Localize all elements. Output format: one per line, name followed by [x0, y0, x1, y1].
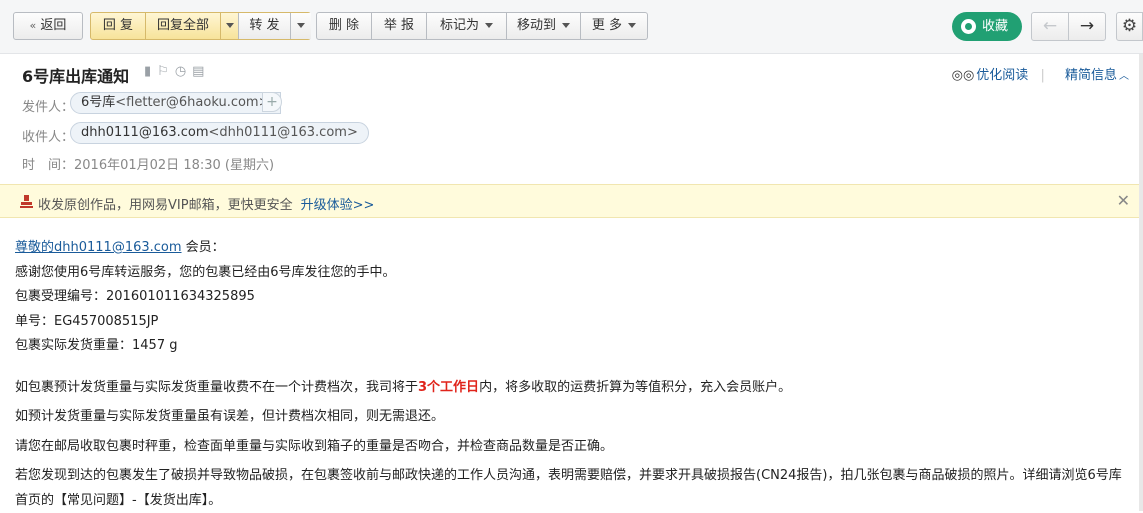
body-paragraph: 如包裹预计发货重量与实际发货重量收费不在一个计费档次，我司将于3个工作日内，将多…: [15, 379, 792, 395]
body-paragraph: 若您发现到达的包裹发生了破损并导致物品破损，在包裹签收前与邮政快递的工作人员沟通…: [15, 468, 1122, 508]
upgrade-link[interactable]: 升级体验>>: [301, 198, 375, 213]
sender-label: 发件人：: [22, 100, 75, 115]
member-email-link[interactable]: 尊敬的dhh0111@163.com: [15, 240, 182, 255]
delete-button[interactable]: 删 除: [317, 13, 372, 39]
prev-mail-button[interactable]: ←: [1031, 12, 1069, 41]
reply-group: 回 复 回复全部 转 发: [90, 12, 311, 40]
chevron-down-icon: [297, 23, 305, 28]
waybill-number: 单号：EG457008515JP: [15, 313, 159, 329]
tracking-number: 包裹受理编号：20160101163432589​5: [15, 289, 255, 304]
optimize-read-link[interactable]: 优化阅读: [976, 68, 1028, 83]
mail-subject: 6号库出库通知: [22, 67, 130, 86]
settings-button[interactable]: ⚙: [1116, 12, 1143, 41]
chevron-down-icon: [225, 23, 234, 28]
chevron-down-icon: [628, 23, 637, 28]
reply-all-button[interactable]: 回复全部: [146, 13, 221, 39]
stamp-icon: [20, 195, 33, 208]
mail-toolbar: « 返回 回 复 回复全部 转 发 删 除 举 报 标记为 移动到 更 多 收藏…: [0, 0, 1143, 54]
bookmark-icon[interactable]: ▮: [144, 64, 157, 79]
print-icon[interactable]: ▤: [192, 64, 210, 79]
more-button[interactable]: 更 多: [581, 13, 647, 39]
reply-dropdown[interactable]: [221, 13, 239, 39]
flag-icon[interactable]: ⚐: [157, 64, 175, 79]
scrollbar[interactable]: [1139, 54, 1143, 511]
forward-dropdown[interactable]: [291, 13, 311, 39]
header-links: ◎◎ 优化阅读 | 精简信息 ︿: [944, 64, 1129, 83]
glasses-icon: ◎◎: [951, 68, 975, 83]
favorite-icon: [961, 19, 976, 34]
forward-button[interactable]: 转 发: [239, 13, 291, 39]
chevron-down-icon: [485, 23, 493, 28]
move-to-button[interactable]: 移动到: [507, 13, 581, 39]
notice-text: 收发原创作品，用网易VIP邮箱，更快更安全: [38, 198, 293, 213]
add-contact-button[interactable]: +: [262, 92, 282, 112]
chevron-up-icon: ︿: [1119, 71, 1129, 82]
reply-button[interactable]: 回 复: [91, 13, 146, 39]
plus-icon: +: [266, 94, 278, 110]
recipient-chip[interactable]: dhh0111@163.com<dhh0111@163.com>: [70, 122, 369, 144]
next-mail-button[interactable]: →: [1068, 12, 1106, 41]
time-row: 时 间：2016年01月02日 18:30 (星期六): [22, 158, 275, 173]
favorite-button[interactable]: 收藏: [952, 12, 1022, 41]
chevron-down-icon: [562, 23, 570, 28]
clock-icon[interactable]: ◷: [175, 64, 192, 79]
promo-notice: 收发原创作品，用网易VIP邮箱，更快更安全 升级体验>> ✕: [0, 184, 1140, 218]
close-icon[interactable]: ✕: [1117, 191, 1130, 210]
report-button[interactable]: 举 报: [372, 13, 427, 39]
action-group: 删 除 举 报 标记为 移动到 更 多: [316, 12, 648, 40]
actual-weight: 包裹实际发货重量：1457 g: [15, 338, 178, 353]
mail-body: 尊敬的dhh0111@163.com 会员： 感谢您使用6号库转运服务，您的包裹…: [15, 236, 1125, 513]
sender-chip[interactable]: 6号库<fletter@6haoku.com>: [70, 92, 281, 114]
double-chevron-left-icon: «: [29, 19, 37, 32]
greeting: 尊敬的dhh0111@163.com 会员：: [15, 240, 225, 255]
divider: |: [1040, 68, 1045, 83]
arrow-right-icon: →: [1079, 16, 1095, 36]
body-paragraph: 如预计发货重量与实际发货重量虽有误差，但计费档次相同，则无需退还。: [15, 409, 445, 424]
mark-as-button[interactable]: 标记为: [427, 13, 507, 39]
back-button[interactable]: « 返回: [13, 12, 83, 40]
compact-info-link[interactable]: 精简信息 ︿: [1057, 68, 1129, 83]
recipient-label: 收件人：: [22, 130, 75, 145]
gear-icon: ⚙: [1121, 16, 1138, 36]
body-line: 感谢您使用6号库转运服务，您的包裹已经由6号库发往您的手中。: [15, 264, 396, 280]
body-paragraph: 请您在邮局收取包裹时秤重，检查面单重量与实际收到箱子的重量是否吻合，并检查商品数…: [15, 438, 614, 454]
subject-actions: ▮⚐◷▤: [144, 64, 210, 79]
arrow-left-icon: ←: [1042, 16, 1058, 36]
